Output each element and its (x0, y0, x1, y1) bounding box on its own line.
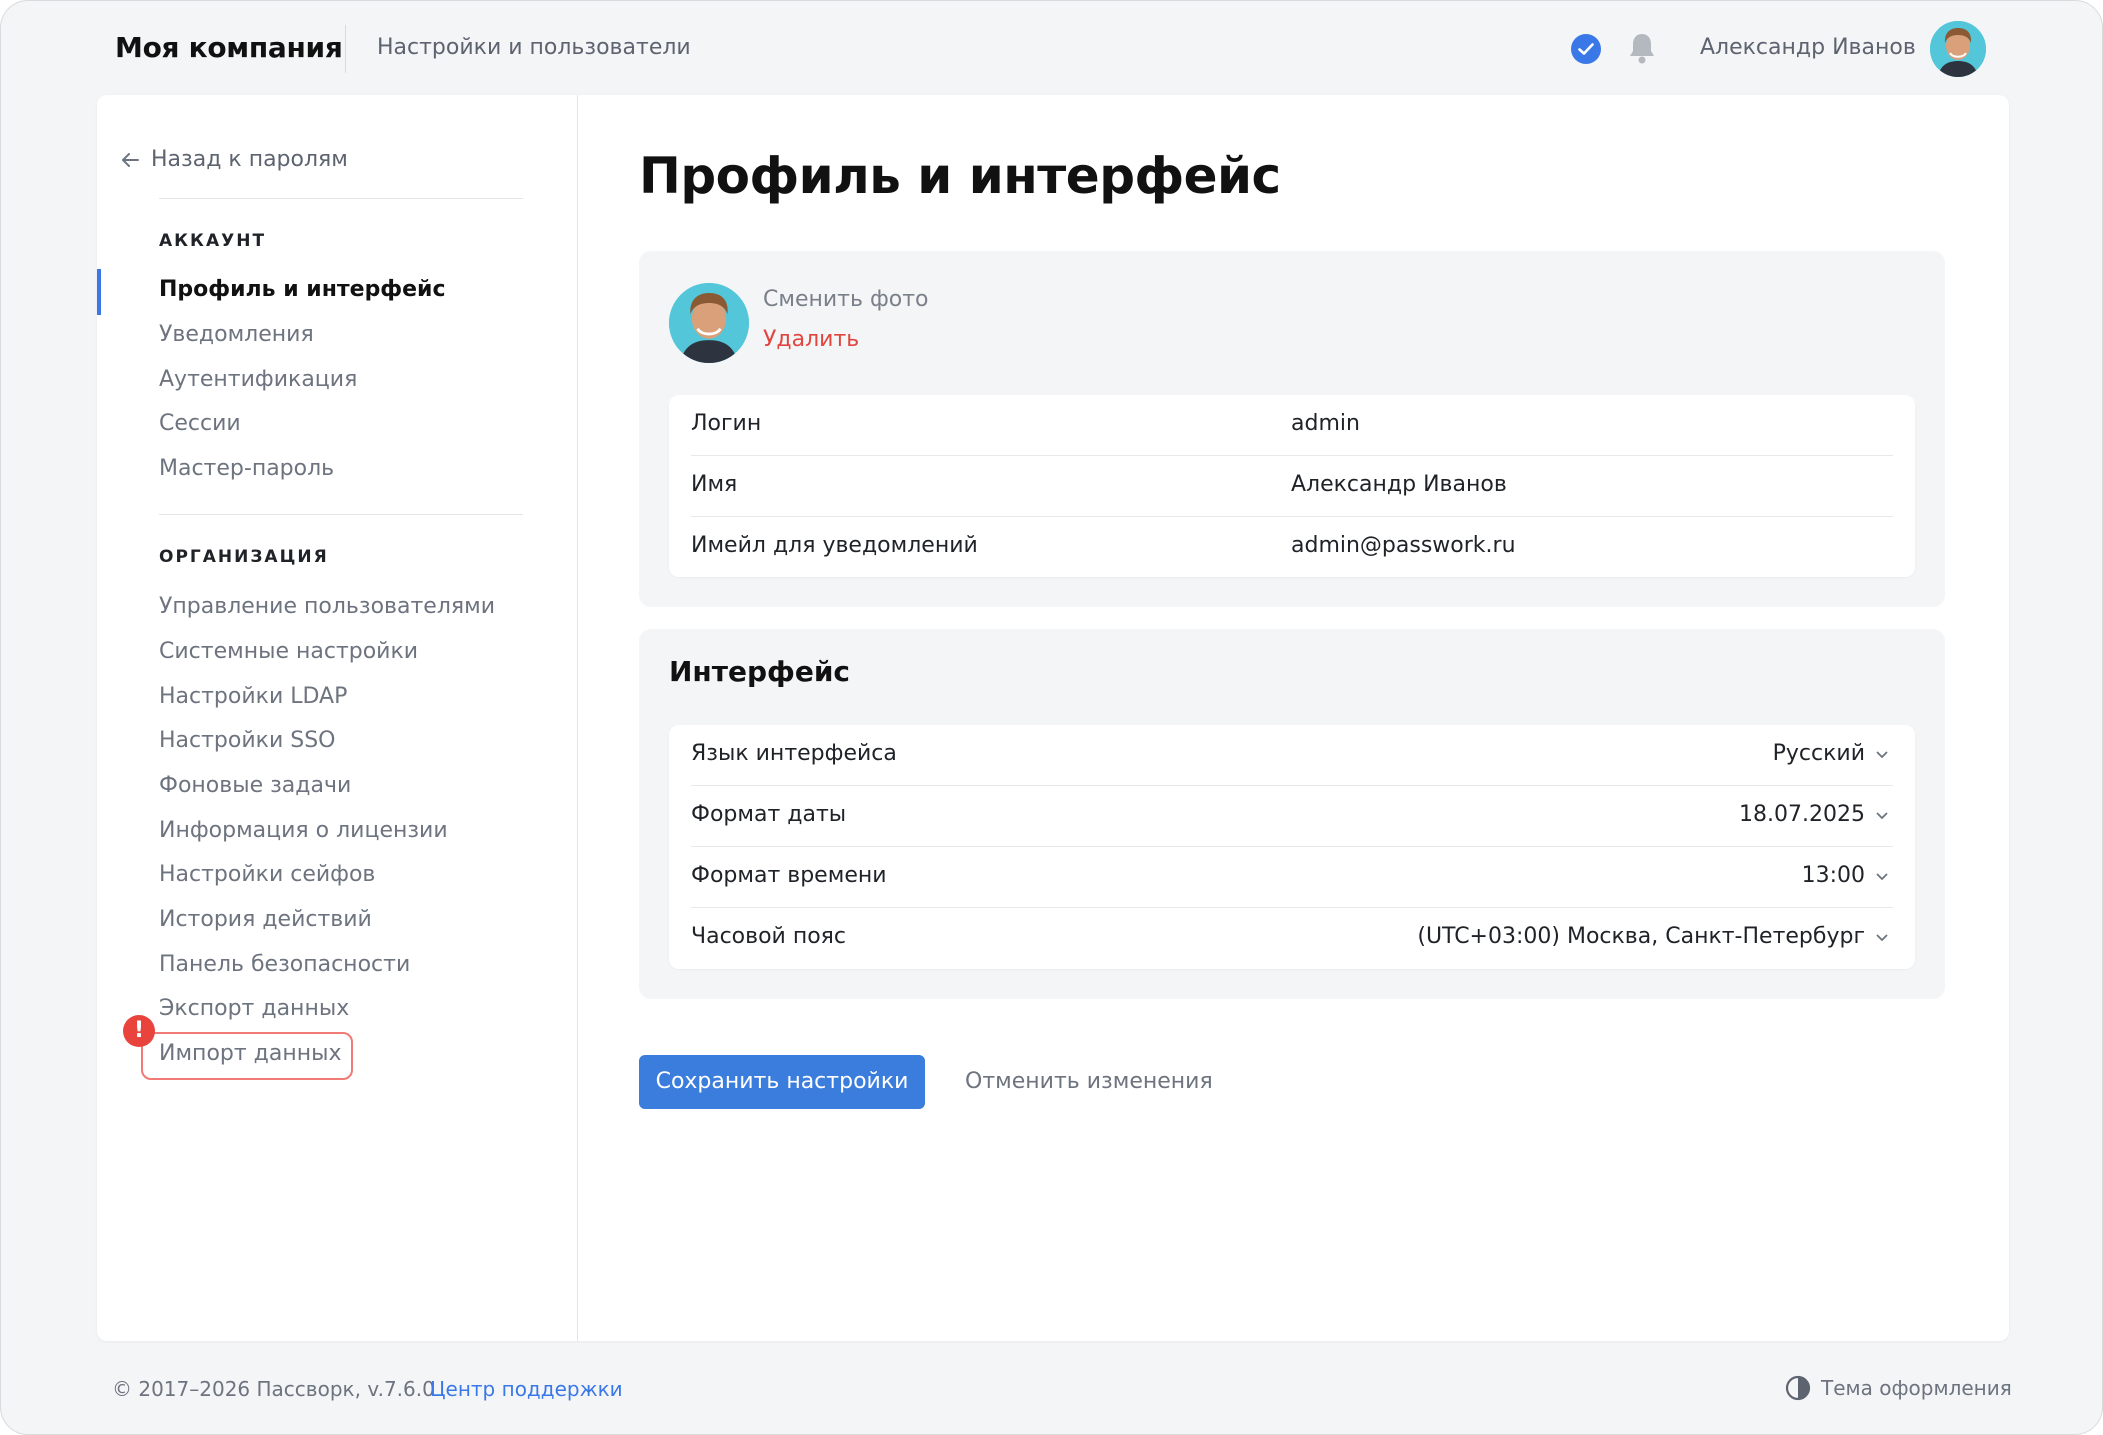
setting-row-language: Язык интерфейса Русский (691, 725, 1893, 786)
back-link-label: Назад к паролям (151, 147, 348, 172)
current-user-name[interactable]: Александр Иванов (1700, 35, 1916, 60)
setting-row-date-format: Формат даты 18.07.2025 (691, 786, 1893, 847)
chevron-down-icon (1876, 872, 1888, 880)
setting-row-timezone: Часовой пояс (UTC+03:00) Москва, Санкт-П… (691, 908, 1893, 968)
sidebar-divider (159, 198, 523, 199)
setting-label: Часовой пояс (691, 924, 847, 949)
sidebar-item-ldap-settings[interactable]: Настройки LDAP (159, 684, 347, 709)
copyright-text: © 2017–2026 Пассворк, v.7.6.0 (112, 1377, 435, 1401)
profile-fields: Логин admin Имя Александр Иванов Имейл д… (669, 395, 1915, 577)
select-value: 18.07.2025 (1739, 802, 1865, 827)
sidebar-item-vault-settings[interactable]: Настройки сейфов (159, 862, 375, 887)
verified-check-icon[interactable] (1571, 34, 1601, 64)
alert-icon: ! (123, 1015, 155, 1047)
save-settings-button[interactable]: Сохранить настройки (639, 1055, 925, 1109)
select-value: (UTC+03:00) Москва, Санкт-Петербург (1417, 924, 1865, 949)
sidebar-item-background-tasks[interactable]: Фоновые задачи (159, 773, 351, 798)
sidebar-divider (159, 514, 523, 515)
theme-contrast-icon (1785, 1375, 1811, 1401)
timezone-select[interactable]: (UTC+03:00) Москва, Санкт-Петербург (1417, 924, 1889, 949)
sidebar-item-master-password[interactable]: Мастер-пароль (159, 456, 334, 481)
interface-heading: Интерфейс (669, 655, 851, 688)
field-row-email: Имейл для уведомлений admin@passwork.ru (691, 517, 1893, 577)
profile-avatar (669, 283, 749, 363)
sidebar-item-user-management[interactable]: Управление пользователями (159, 594, 495, 619)
profile-panel: Сменить фото Удалить Логин admin Имя Але… (639, 251, 1945, 607)
page-title: Профиль и интерфейс (639, 147, 1281, 205)
field-value[interactable]: admin@passwork.ru (1291, 533, 1516, 558)
chevron-down-icon (1876, 750, 1888, 758)
back-to-passwords-link[interactable]: Назад к паролям (119, 147, 348, 172)
app-window: Моя компания Настройки и пользователи Ал… (0, 0, 2103, 1435)
sidebar-item-notifications[interactable]: Уведомления (159, 322, 314, 347)
theme-label: Тема оформления (1821, 1376, 2012, 1400)
user-avatar[interactable] (1930, 21, 1986, 77)
chevron-down-icon (1876, 811, 1888, 819)
time-format-select[interactable]: 13:00 (1802, 863, 1889, 888)
section-organization-heading: ОРГАНИЗАЦИЯ (159, 547, 329, 567)
chevron-down-icon (1876, 933, 1888, 941)
sidebar-item-authentication[interactable]: Аутентификация (159, 367, 357, 392)
company-name[interactable]: Моя компания (115, 31, 343, 64)
setting-label: Язык интерфейса (691, 741, 897, 766)
support-center-link[interactable]: Центр поддержки (430, 1377, 623, 1401)
header-section-title[interactable]: Настройки и пользователи (377, 35, 691, 60)
change-photo-link[interactable]: Сменить фото (763, 287, 929, 312)
cancel-changes-button[interactable]: Отменить изменения (965, 1069, 1213, 1094)
sidebar: Назад к паролям АККАУНТ Профиль и интерф… (97, 95, 578, 1341)
sidebar-item-sso-settings[interactable]: Настройки SSO (159, 728, 335, 753)
field-value[interactable]: admin (1291, 411, 1360, 436)
date-format-select[interactable]: 18.07.2025 (1739, 802, 1889, 827)
setting-label: Формат даты (691, 802, 847, 827)
bell-icon[interactable] (1626, 31, 1658, 65)
sidebar-item-data-import[interactable]: Импорт данных (159, 1041, 342, 1066)
sidebar-item-sessions[interactable]: Сессии (159, 411, 241, 436)
active-indicator (97, 269, 101, 315)
select-value: Русский (1772, 741, 1865, 766)
header-divider (345, 25, 346, 73)
field-row-name: Имя Александр Иванов (691, 456, 1893, 517)
field-label: Имя (691, 472, 738, 497)
setting-label: Формат времени (691, 863, 887, 888)
field-label: Логин (691, 411, 762, 436)
back-arrow-icon (122, 152, 139, 167)
interface-panel: Интерфейс Язык интерфейса Русский Формат… (639, 629, 1945, 999)
field-label: Имейл для уведомлений (691, 533, 978, 558)
field-row-login: Логин admin (691, 395, 1893, 456)
sidebar-item-system-settings[interactable]: Системные настройки (159, 639, 418, 664)
section-account-heading: АККАУНТ (159, 231, 267, 251)
field-value[interactable]: Александр Иванов (1291, 472, 1507, 497)
setting-row-time-format: Формат времени 13:00 (691, 847, 1893, 908)
theme-toggle[interactable]: Тема оформления (1785, 1375, 2012, 1401)
sidebar-item-data-export[interactable]: Экспорт данных (159, 996, 349, 1021)
select-value: 13:00 (1801, 863, 1865, 888)
settings-card: Назад к паролям АККАУНТ Профиль и интерф… (97, 95, 2009, 1341)
sidebar-item-profile-interface[interactable]: Профиль и интерфейс (159, 277, 446, 302)
sidebar-item-security-dashboard[interactable]: Панель безопасности (159, 952, 410, 977)
sidebar-item-license-info[interactable]: Информация о лицензии (159, 818, 448, 843)
delete-photo-link[interactable]: Удалить (763, 327, 859, 352)
sidebar-item-activity-log[interactable]: История действий (159, 907, 372, 932)
interface-fields: Язык интерфейса Русский Формат даты 18.0… (669, 725, 1915, 969)
language-select[interactable]: Русский (1773, 741, 1889, 766)
